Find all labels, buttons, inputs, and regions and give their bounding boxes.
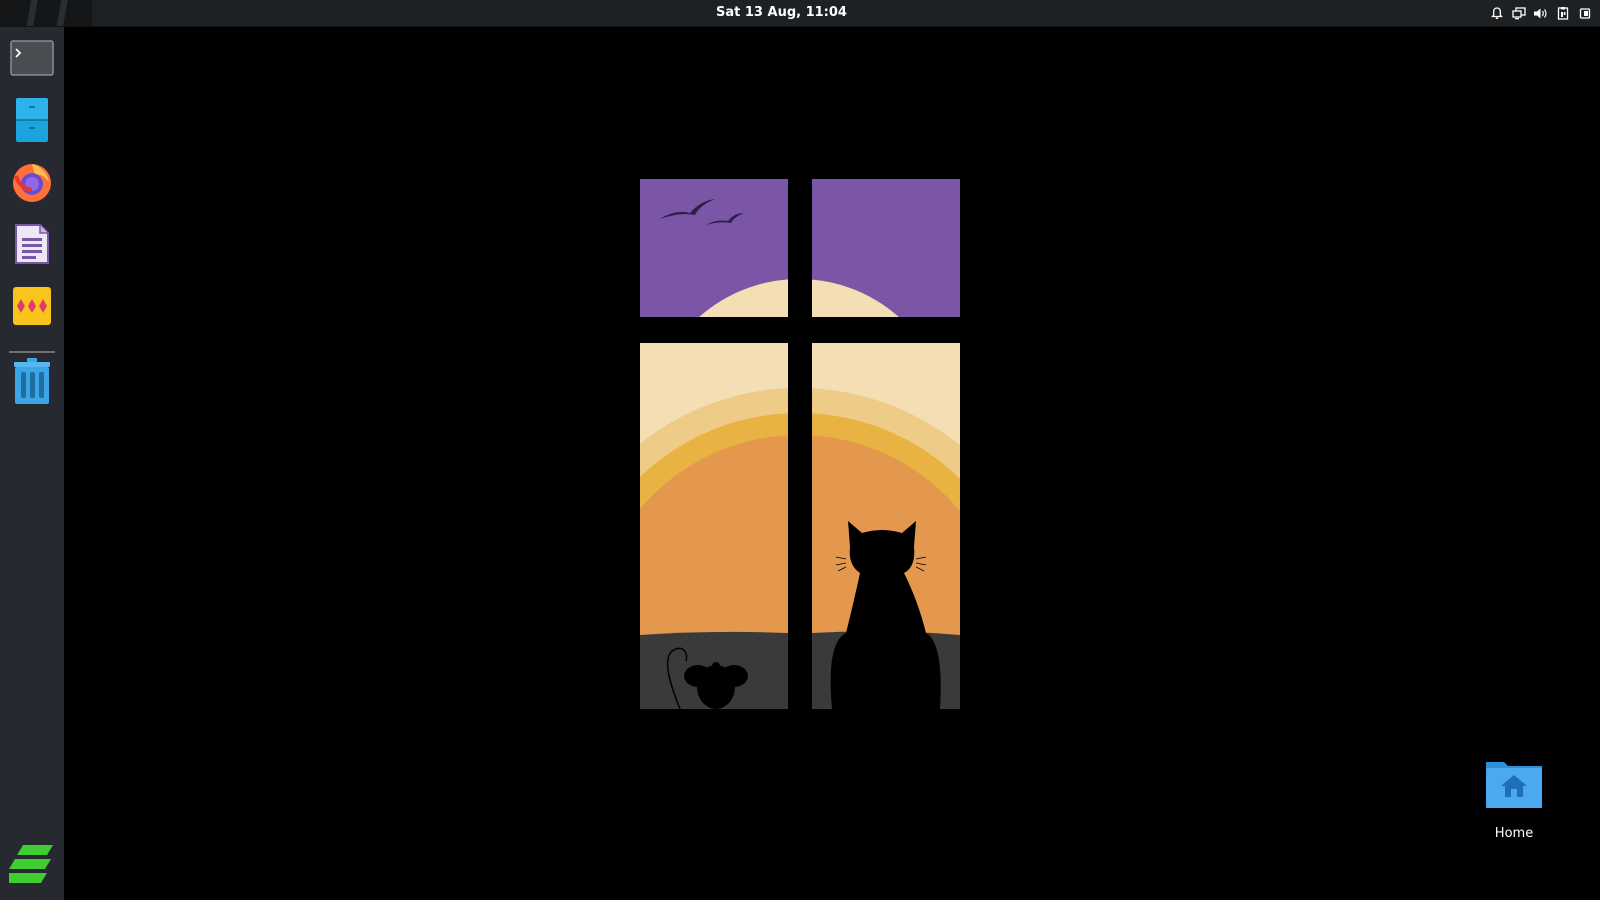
power-icon[interactable] — [1577, 6, 1592, 21]
notification-bell-icon[interactable] — [1489, 6, 1504, 21]
menu-logo-icon — [9, 842, 55, 892]
dock-separator — [9, 351, 55, 353]
desktop-icon-label: Home — [1494, 826, 1534, 841]
dock-app-launcher[interactable] — [8, 284, 56, 332]
document-icon — [14, 223, 50, 269]
menu-button[interactable] — [8, 842, 56, 892]
dock-text-editor[interactable] — [8, 222, 56, 270]
terminal-icon — [10, 40, 54, 80]
display-icon[interactable] — [1511, 6, 1526, 21]
clipboard-icon[interactable] — [1555, 6, 1570, 21]
dock-firefox[interactable] — [8, 160, 56, 208]
trash-icon — [12, 358, 52, 410]
window-pane-top-right — [812, 179, 960, 317]
top-bar: Sat 13 Aug, 11:04 — [0, 0, 1600, 27]
window-pane-bottom-left — [640, 343, 788, 709]
volume-icon[interactable] — [1533, 6, 1548, 21]
file-cabinet-icon — [14, 97, 50, 147]
home-folder-icon — [1484, 758, 1544, 814]
window-pane-top-left — [640, 179, 788, 317]
diamonds-app-icon — [12, 286, 52, 330]
desktop-icon-home[interactable]: Home — [1474, 758, 1554, 848]
dock-terminal[interactable] — [8, 36, 56, 84]
dock-file-manager[interactable] — [8, 98, 56, 146]
dock — [0, 27, 64, 900]
system-tray — [1489, 0, 1592, 26]
firefox-icon — [11, 161, 53, 207]
window-pane-bottom-right — [812, 343, 960, 709]
dock-trash[interactable] — [8, 358, 56, 410]
clock[interactable]: Sat 13 Aug, 11:04 — [0, 0, 1563, 26]
